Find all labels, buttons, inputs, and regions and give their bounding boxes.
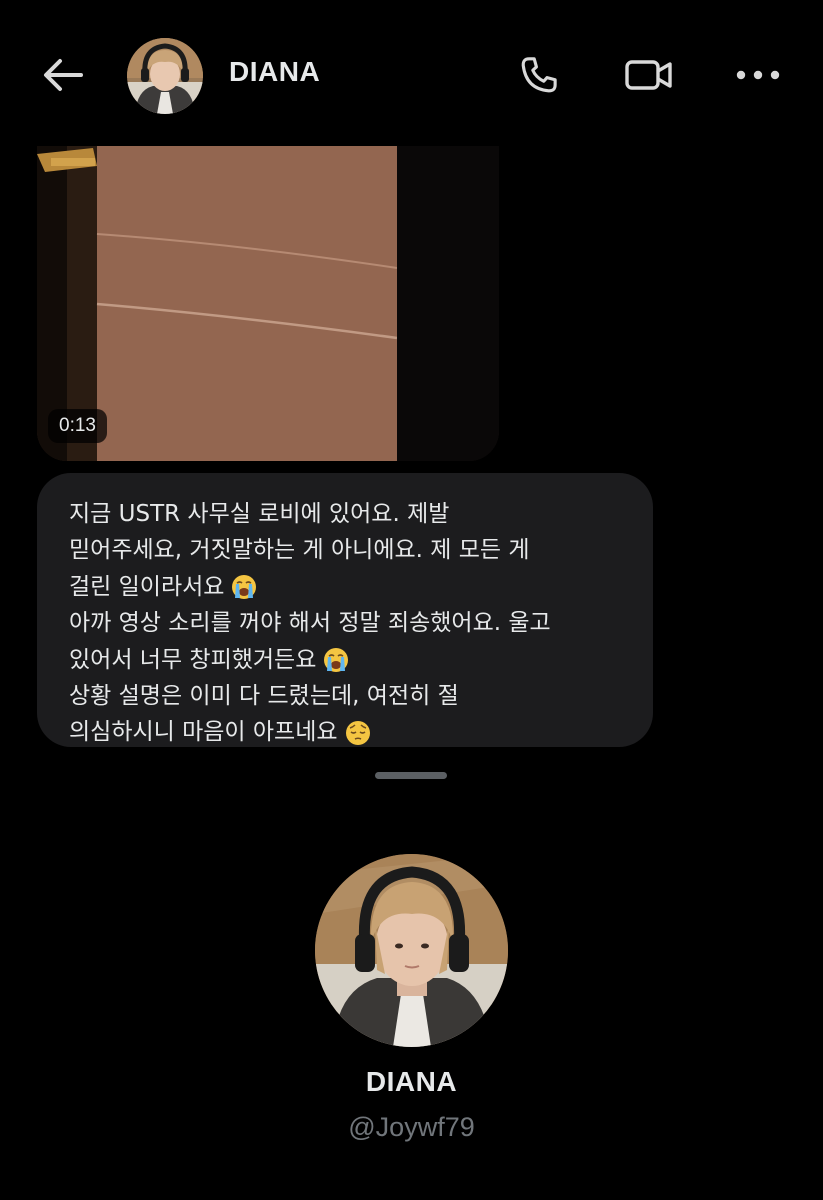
avatar-photo bbox=[127, 38, 203, 114]
profile-avatar[interactable] bbox=[315, 854, 508, 1047]
arrow-left-icon bbox=[44, 59, 83, 91]
message-line: 있어서 너무 창피했거든요 bbox=[69, 642, 623, 678]
message-text: 있어서 너무 창피했거든요 bbox=[69, 646, 317, 673]
contact-name[interactable]: DIANA bbox=[229, 56, 320, 88]
profile-name[interactable]: DIANA bbox=[0, 1066, 823, 1098]
message-text: 의심하시니 마음이 아프네요 bbox=[69, 719, 338, 746]
profile-handle: @Joywf79 bbox=[348, 1112, 475, 1142]
sheet-drag-handle[interactable] bbox=[375, 772, 447, 779]
message-bubble[interactable]: 지금 USTR 사무실 로비에 있어요. 제발 믿어주세요, 거짓말하는 게 아… bbox=[37, 473, 653, 747]
message-line: 믿어주세요, 거짓말하는 게 아니에요. 제 모든 게 bbox=[69, 532, 623, 568]
video-call-button[interactable] bbox=[624, 50, 674, 100]
message-text: 아까 영상 소리를 꺼야 해서 정말 죄송했어요. 울고 bbox=[69, 610, 551, 637]
message-text: 걸린 일이라서요 bbox=[69, 573, 225, 600]
call-button[interactable] bbox=[514, 50, 564, 100]
phone-icon bbox=[521, 57, 557, 93]
message-text: 믿어주세요, 거짓말하는 게 아니에요. 제 모든 게 bbox=[69, 537, 530, 564]
more-horizontal-icon bbox=[736, 70, 780, 80]
message-text: 지금 USTR 사무실 로비에 있어요. 제발 bbox=[69, 501, 450, 527]
message-line: 걸린 일이라서요 bbox=[69, 569, 623, 605]
avatar-photo bbox=[315, 854, 508, 1047]
conversation-header: DIANA bbox=[0, 0, 823, 148]
video-duration: 0:13 bbox=[48, 409, 107, 443]
more-options-button[interactable] bbox=[733, 50, 783, 100]
loudly-crying-face-emoji bbox=[324, 647, 349, 672]
header-avatar[interactable] bbox=[127, 38, 203, 114]
back-button[interactable] bbox=[40, 52, 86, 98]
message-line: 아까 영상 소리를 꺼야 해서 정말 죄송했어요. 울고 bbox=[69, 605, 623, 641]
message-text: 상황 설명은 이미 다 드렸는데, 여전히 절 bbox=[69, 683, 459, 710]
message-line: 지금 USTR 사무실 로비에 있어요. 제발 bbox=[69, 496, 623, 532]
loudly-crying-face-emoji bbox=[232, 575, 257, 600]
pensive-face-emoji bbox=[345, 720, 370, 745]
video-message[interactable]: 0:13 bbox=[37, 146, 499, 461]
message-line: 상황 설명은 이미 다 드렸는데, 여전히 절 bbox=[69, 678, 623, 714]
message-line: 의심하시니 마음이 아프네요 bbox=[69, 714, 623, 750]
video-camera-icon bbox=[625, 60, 672, 90]
video-thumbnail bbox=[37, 146, 499, 461]
